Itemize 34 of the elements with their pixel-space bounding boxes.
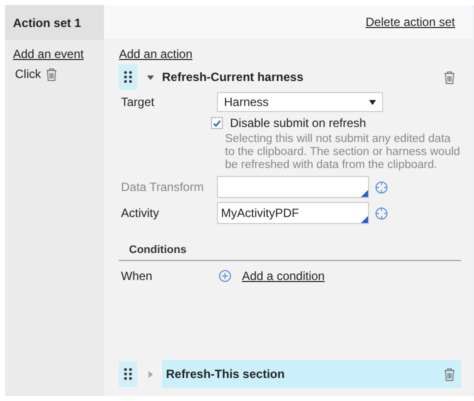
trash-icon[interactable] [444,70,455,84]
checkbox[interactable] [211,117,223,129]
action-title[interactable]: Refresh-Current harness [162,70,444,84]
action-set-title: Action set 1 [13,16,82,30]
help-text: Selecting this will not submit any edited data to the clipboard. The section or harness would be refreshed with data from the clipboard. [225,133,461,172]
field-label: Data Transform [120,180,205,194]
target-dropdown[interactable]: Harness [217,92,383,112]
drag-handle[interactable] [119,361,137,387]
drag-handle[interactable] [119,64,137,90]
resize-corner-icon [361,190,368,197]
target-label: Target [120,95,156,109]
caret-right-icon[interactable] [147,370,154,378]
add-condition-link[interactable]: Add a condition [242,269,325,283]
when-label: When [120,269,154,283]
conditions-heading: Conditions [119,244,461,261]
add-icon[interactable] [219,270,231,282]
dropdown-arrow-icon [369,100,376,104]
resize-corner-icon [361,216,368,223]
trash-icon[interactable] [444,368,455,380]
crosshair-icon[interactable] [375,180,388,194]
event-label: Click [15,67,41,81]
drag-handle-icon[interactable] [124,71,132,83]
crosshair-icon[interactable] [375,206,388,220]
input-field[interactable] [217,176,369,198]
delete-action-set-link[interactable]: Delete action set [366,15,455,29]
add-event-link[interactable]: Add an event [13,47,104,61]
action-title[interactable]: Refresh-This section [162,360,461,388]
caret-down-icon[interactable] [147,74,154,80]
add-action-link[interactable]: Add an action [119,47,192,61]
input-field[interactable]: MyActivityPDF [217,202,369,224]
drag-handle-icon[interactable] [124,368,132,380]
field-label: Activity [120,206,160,220]
trash-icon[interactable] [46,68,57,80]
checkbox-label[interactable]: Disable submit on refresh [230,116,366,130]
